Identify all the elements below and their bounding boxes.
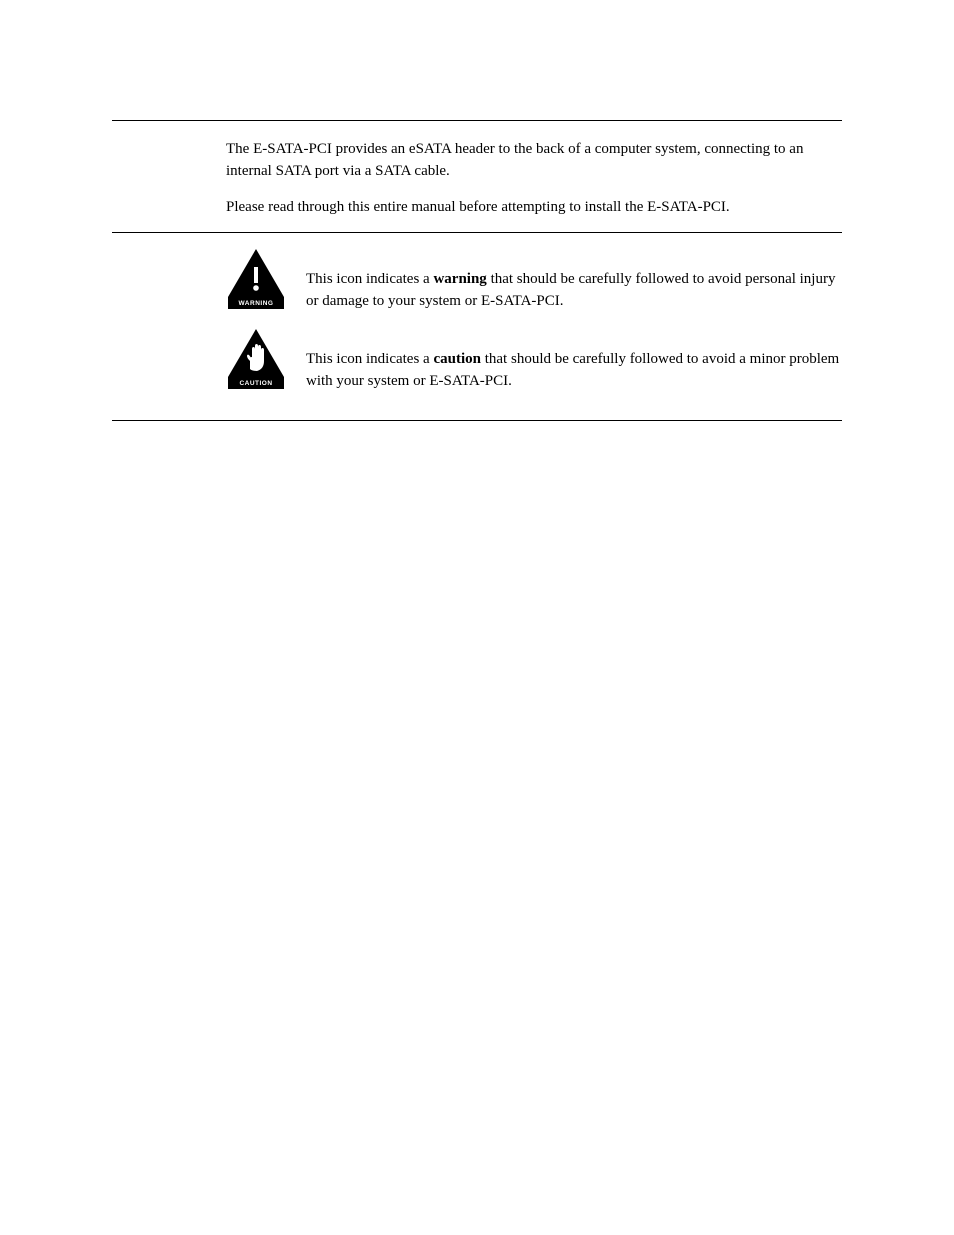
- caution-text-prefix: This icon indicates a: [306, 351, 433, 367]
- caution-triangle-icon: CAUTION: [226, 327, 286, 391]
- content-area: The E-SATA-PCI provides an eSATA header …: [112, 0, 842, 421]
- warning-text-prefix: This icon indicates a: [306, 271, 433, 287]
- intro-paragraphs: The E-SATA-PCI provides an eSATA header …: [226, 121, 842, 218]
- caution-text-strong: caution: [433, 351, 481, 367]
- caution-icon-box: CAUTION: [226, 327, 286, 391]
- page-container: The E-SATA-PCI provides an eSATA header …: [0, 0, 954, 1235]
- warning-row: WARNING This icon indicates a warning th…: [226, 247, 842, 313]
- bottom-horizontal-rule: [112, 420, 842, 421]
- intro-paragraph-1: The E-SATA-PCI provides an eSATA header …: [226, 139, 842, 183]
- caution-description: This icon indicates a caution that shoul…: [306, 327, 842, 393]
- warning-icon-box: WARNING: [226, 247, 286, 311]
- legend-section: WARNING This icon indicates a warning th…: [112, 233, 842, 420]
- intro-paragraph-2: Please read through this entire manual b…: [226, 197, 842, 219]
- warning-text-strong: warning: [433, 271, 486, 287]
- warning-triangle-icon: WARNING: [226, 247, 286, 311]
- warning-icon-label: WARNING: [239, 300, 274, 307]
- caution-icon-label: CAUTION: [239, 380, 272, 387]
- caution-row: CAUTION This icon indicates a caution th…: [226, 327, 842, 393]
- warning-description: This icon indicates a warning that shoul…: [306, 247, 842, 313]
